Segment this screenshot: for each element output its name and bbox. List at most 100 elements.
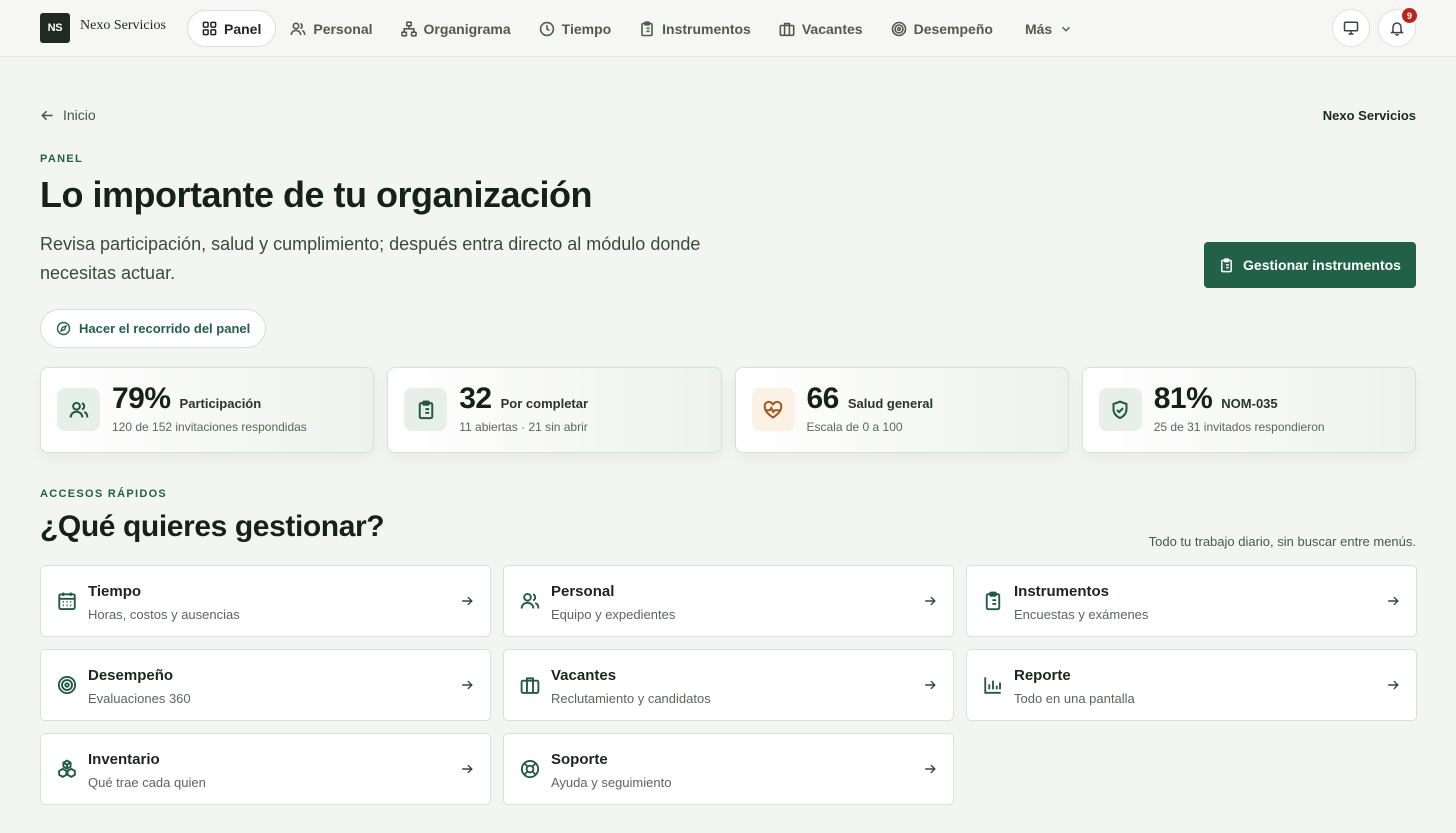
stat-card-participation: 79% Participación 120 de 152 invitacione… bbox=[40, 367, 375, 453]
tour-button-label: Hacer el recorrido del panel bbox=[79, 321, 251, 336]
clipboard-icon bbox=[983, 591, 1003, 611]
tour-button[interactable]: Hacer el recorrido del panel bbox=[40, 309, 267, 348]
stat-label: Participación bbox=[179, 396, 262, 411]
tile-subtitle: Todo en una pantalla bbox=[1014, 691, 1135, 706]
tile-vacantes[interactable]: Vacantes Reclutamiento y candidatos bbox=[503, 649, 954, 721]
arrow-right-icon bbox=[460, 762, 474, 776]
target-icon bbox=[57, 675, 77, 695]
heart-pulse-icon bbox=[751, 388, 795, 431]
org-chart-icon bbox=[400, 20, 417, 37]
stat-card-nom035: 81% NOM-035 25 de 31 invitados respondie… bbox=[1081, 367, 1416, 453]
tile-subtitle: Evaluaciones 360 bbox=[88, 691, 191, 706]
logo[interactable]: NS bbox=[40, 13, 70, 43]
back-link-label: Inicio bbox=[63, 107, 96, 123]
calendar-icon bbox=[57, 591, 77, 611]
bar-chart-icon bbox=[983, 675, 1003, 695]
tile-tiempo[interactable]: Tiempo Horas, costos y ausencias bbox=[40, 565, 491, 637]
users-icon bbox=[290, 21, 306, 37]
tile-subtitle: Encuestas y exámenes bbox=[1014, 607, 1149, 622]
nav-more-label: Más bbox=[1024, 20, 1053, 37]
users-icon bbox=[57, 388, 100, 431]
tile-title: Instrumentos bbox=[1014, 583, 1110, 600]
tile-title: Inventario bbox=[88, 751, 160, 768]
tile-personal[interactable]: Personal Equipo y expedientes bbox=[503, 565, 954, 637]
chevron-down-icon bbox=[1059, 22, 1073, 36]
nav-item-tiempo[interactable]: Tiempo bbox=[525, 10, 626, 47]
tile-subtitle: Qué trae cada quien bbox=[88, 775, 206, 790]
arrow-right-icon bbox=[1386, 594, 1400, 608]
clock-icon bbox=[539, 21, 555, 37]
tile-inventario[interactable]: Inventario Qué trae cada quien bbox=[40, 733, 491, 805]
quick-access-note: Todo tu trabajo diario, sin buscar entre… bbox=[1148, 534, 1416, 549]
briefcase-icon bbox=[779, 21, 795, 37]
nav-item-panel[interactable]: Panel bbox=[187, 10, 277, 47]
tile-title: Reporte bbox=[1014, 667, 1071, 684]
tile-title: Personal bbox=[551, 583, 615, 600]
stat-value: 81% bbox=[1153, 382, 1213, 415]
tile-desempeno[interactable]: Desempeño Evaluaciones 360 bbox=[40, 649, 491, 721]
top-bar: NS Nexo Servicios Panel Personal Organig… bbox=[0, 0, 1456, 57]
nav-item-label: Tiempo bbox=[561, 20, 612, 37]
clipboard-icon bbox=[639, 20, 655, 37]
arrow-right-icon bbox=[923, 762, 937, 776]
tile-subtitle: Ayuda y seguimiento bbox=[551, 775, 672, 790]
brand-name[interactable]: Nexo Servicios bbox=[80, 18, 166, 34]
tile-reporte[interactable]: Reporte Todo en una pantalla bbox=[966, 649, 1417, 721]
clipboard-icon bbox=[1219, 257, 1234, 273]
nav-item-vacantes[interactable]: Vacantes bbox=[765, 10, 877, 47]
nav-item-label: Organigrama bbox=[423, 20, 511, 37]
tile-soporte[interactable]: Soporte Ayuda y seguimiento bbox=[503, 733, 954, 805]
notifications-button[interactable]: 9 bbox=[1378, 8, 1417, 47]
organization-name: Nexo Servicios bbox=[1322, 108, 1416, 123]
manage-instruments-button[interactable]: Gestionar instrumentos bbox=[1204, 242, 1416, 288]
nav-item-desempeno[interactable]: Desempeño bbox=[877, 10, 1007, 47]
tile-instrumentos[interactable]: Instrumentos Encuestas y exámenes bbox=[966, 565, 1417, 637]
nav-item-label: Desempeño bbox=[913, 20, 993, 37]
nav-item-instrumentos[interactable]: Instrumentos bbox=[625, 10, 765, 47]
lifebuoy-icon bbox=[520, 759, 540, 779]
nav-item-label: Panel bbox=[224, 20, 262, 37]
main-nav: Panel Personal Organigrama Tiempo Instru… bbox=[187, 10, 1087, 47]
display-button[interactable] bbox=[1332, 9, 1370, 47]
stat-label: NOM-035 bbox=[1221, 396, 1278, 411]
nav-item-label: Vacantes bbox=[801, 20, 863, 37]
stat-subtext: 120 de 152 invitaciones respondidas bbox=[112, 420, 307, 434]
stat-value: 79% bbox=[112, 382, 171, 415]
arrow-right-icon bbox=[1386, 678, 1400, 692]
target-icon bbox=[891, 21, 907, 37]
stat-label: Salud general bbox=[847, 396, 934, 411]
stat-value: 32 bbox=[459, 382, 492, 415]
tile-title: Vacantes bbox=[551, 667, 617, 684]
tile-title: Desempeño bbox=[88, 667, 174, 684]
bell-icon bbox=[1389, 20, 1405, 36]
tile-title: Soporte bbox=[551, 751, 608, 768]
quick-access-grid: Tiempo Horas, costos y ausencias Persona… bbox=[40, 565, 1417, 805]
boxes-icon bbox=[57, 759, 77, 779]
quick-access-eyebrow: ACCESOS RÁPIDOS bbox=[40, 488, 168, 500]
grid-icon bbox=[202, 21, 217, 36]
page-description: Revisa participación, salud y cumplimien… bbox=[40, 234, 701, 283]
arrow-right-icon bbox=[923, 594, 937, 608]
nav-item-personal[interactable]: Personal bbox=[276, 10, 386, 47]
stats-row: 79% Participación 120 de 152 invitacione… bbox=[40, 367, 1416, 453]
clipboard-icon bbox=[404, 388, 448, 431]
arrow-left-icon bbox=[40, 108, 55, 123]
briefcase-icon bbox=[520, 675, 540, 695]
arrow-right-icon bbox=[460, 678, 474, 692]
stat-card-health: 66 Salud general Escala de 0 a 100 bbox=[734, 367, 1069, 453]
stat-value: 66 bbox=[806, 382, 840, 415]
tile-subtitle: Reclutamiento y candidatos bbox=[551, 691, 711, 706]
nav-item-label: Instrumentos bbox=[662, 20, 751, 37]
page-eyebrow: PANEL bbox=[40, 153, 83, 165]
monitor-icon bbox=[1343, 20, 1359, 36]
users-icon bbox=[520, 591, 540, 611]
tile-title: Tiempo bbox=[88, 583, 142, 600]
stat-subtext: 25 de 31 invitados respondieron bbox=[1153, 420, 1325, 434]
nav-more-dropdown[interactable]: Más bbox=[1007, 10, 1087, 47]
stat-label: Por completar bbox=[500, 396, 589, 411]
nav-item-organigrama[interactable]: Organigrama bbox=[387, 10, 525, 47]
back-link[interactable]: Inicio bbox=[40, 107, 96, 123]
page-title: Lo importante de tu organización bbox=[40, 174, 593, 215]
stat-subtext: 11 abiertas · 21 sin abrir bbox=[459, 420, 588, 434]
quick-access-title: ¿Qué quieres gestionar? bbox=[40, 510, 385, 543]
